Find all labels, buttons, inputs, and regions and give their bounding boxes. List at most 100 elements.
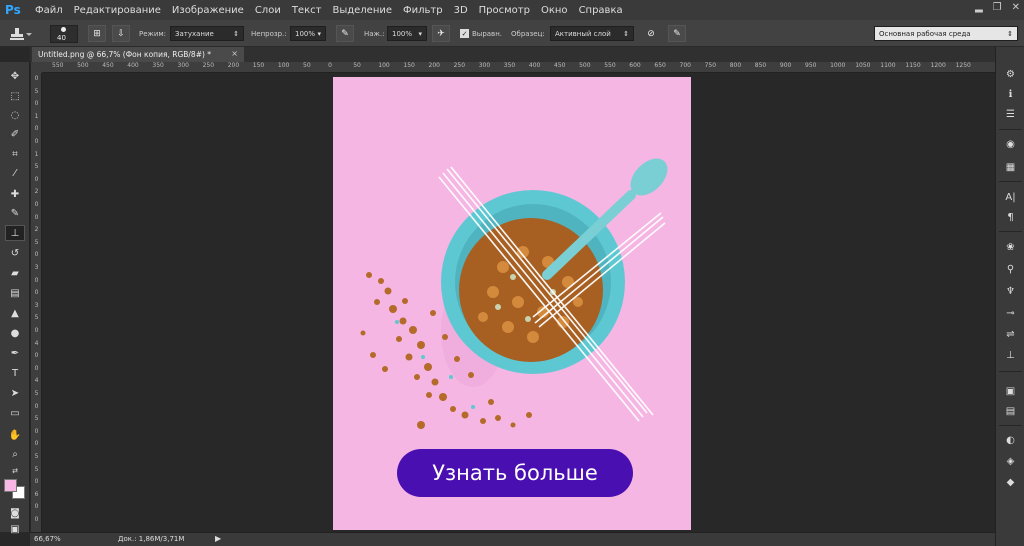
menu-layers[interactable]: Слои xyxy=(255,5,281,16)
document-canvas[interactable]: Узнать больше xyxy=(333,77,691,530)
healing-brush-tool[interactable]: ✚ xyxy=(5,186,25,202)
zoom-tool[interactable]: ⌕ xyxy=(5,446,25,462)
learn-more-button[interactable]: Узнать больше xyxy=(397,449,633,497)
marquee-icon: ⬚ xyxy=(10,90,20,102)
close-tab-button[interactable]: × xyxy=(231,49,238,58)
quick-mask-button[interactable]: ◙ xyxy=(5,505,25,521)
restore-button[interactable]: ❐ xyxy=(993,2,1002,13)
type-tool[interactable]: T xyxy=(5,365,25,381)
brush-settings-panel-button[interactable]: ❀ xyxy=(1002,240,1019,255)
adjustments-panel-button[interactable]: ⊸ xyxy=(1002,306,1019,321)
close-window-button[interactable]: ✕ xyxy=(1012,2,1020,13)
brush-preset-picker[interactable]: 40 xyxy=(50,24,78,43)
gear-icon: ⚙ xyxy=(1006,69,1015,80)
document-tab-title: Untitled.png @ 66,7% (Фон копия, RGB/8#)… xyxy=(38,50,212,59)
ruler-h-label: 550 xyxy=(52,62,64,69)
menu-edit[interactable]: Редактирование xyxy=(74,5,161,16)
actions-panel-button[interactable]: ⊥ xyxy=(1002,348,1019,363)
ruler-v-label: 3 xyxy=(34,301,39,309)
menu-file[interactable]: Файл xyxy=(35,5,63,16)
menu-image[interactable]: Изображение xyxy=(172,5,244,16)
history-panel-button[interactable]: ☰ xyxy=(1002,107,1019,122)
blur-tool[interactable]: ▲ xyxy=(5,305,25,321)
workspace-dropdown[interactable]: Основная рабочая среда ⇕ xyxy=(874,25,1018,42)
menu-select[interactable]: Выделение xyxy=(332,5,392,16)
menu-3d[interactable]: 3D xyxy=(454,5,468,16)
3d-panel-button[interactable]: ▣ xyxy=(1002,384,1019,399)
lasso-icon: ◌ xyxy=(10,109,20,121)
menu-filter[interactable]: Фильтр xyxy=(403,5,443,16)
swatches-panel-button[interactable]: ◉ xyxy=(1002,137,1019,152)
clone-source-panel-button[interactable]: ⚲ xyxy=(1002,262,1019,277)
gradient-tool[interactable]: ▤ xyxy=(5,285,25,301)
dodge-tool[interactable]: ● xyxy=(5,325,25,341)
aligned-checkbox[interactable]: ✓ Выравн. xyxy=(460,25,502,42)
menu-view[interactable]: Просмотр xyxy=(479,5,530,16)
styles-panel-button[interactable]: ▦ xyxy=(1002,160,1019,175)
opacity-field[interactable]: 100% ▾ xyxy=(290,25,326,42)
quick-selection-tool[interactable]: ✐ xyxy=(5,126,25,142)
toggle-clone-source-button[interactable]: ⇩ xyxy=(112,25,130,42)
clone-stamp-preset-picker[interactable] xyxy=(6,25,32,42)
eraser-tool[interactable]: ▰ xyxy=(5,265,25,281)
status-menu-arrow[interactable]: ▶ xyxy=(215,534,221,543)
clone-stamp-tool[interactable]: ⊥ xyxy=(5,225,25,241)
channels-panel-button[interactable]: ◐ xyxy=(1002,433,1019,448)
toggle-brush-panel-button[interactable]: ⊞ xyxy=(88,25,106,42)
marquee-tool[interactable]: ⬚ xyxy=(5,88,25,104)
ruler-v-label: 5 xyxy=(34,238,39,246)
pen-tool[interactable]: ✒ xyxy=(5,345,25,361)
ruler-v-label: 0 xyxy=(34,138,39,145)
path-selection-tool[interactable]: ➤ xyxy=(5,385,25,401)
tool-presets-panel-button[interactable]: ♆ xyxy=(1002,284,1019,299)
timeline-panel-button[interactable]: ▤ xyxy=(1002,404,1019,419)
move-tool[interactable]: ✥ xyxy=(5,68,25,84)
sample-dropdown[interactable]: Активный слой ⇕ xyxy=(550,25,634,42)
history-brush-tool[interactable]: ↺ xyxy=(5,245,25,261)
zoom-level[interactable]: 66,67% xyxy=(34,535,61,543)
airbrush-button[interactable]: ✈ xyxy=(432,25,450,42)
info-panel-button[interactable]: ℹ xyxy=(1002,87,1019,102)
menu-window[interactable]: Окно xyxy=(541,5,568,16)
ignore-adjustments-icon: ⊘ xyxy=(647,28,655,39)
minimize-button[interactable]: ▂ xyxy=(975,2,983,13)
mode-dropdown[interactable]: Затухание ⇕ xyxy=(170,25,244,42)
swap-colors-button[interactable]: ⇄ xyxy=(5,463,25,479)
horizontal-ruler: 550 500 450 400 350 300 250 200 150 100 50 0 50 100 15… xyxy=(42,62,995,73)
vertical-ruler: 0 5 0 1 0 0 1 5 0 2 0 0 2 5 0 3 0 0 3 5 0 4 0 0 4 5 0 5 0 0 5 5 0 6 0 0 xyxy=(31,73,42,533)
rectangle-tool[interactable]: ▭ xyxy=(5,405,25,421)
menu-help[interactable]: Справка xyxy=(579,5,623,16)
foreground-color-swatch[interactable] xyxy=(4,479,17,492)
crop-tool[interactable]: ⌗ xyxy=(5,146,25,162)
eyedropper-tool[interactable]: ⁄ xyxy=(5,165,25,181)
screen-mode-button[interactable]: ▣ xyxy=(5,521,25,537)
document-tab[interactable]: Untitled.png @ 66,7% (Фон копия, RGB/8#)… xyxy=(32,47,244,62)
document-tab-bar: Untitled.png @ 66,7% (Фон копия, RGB/8#)… xyxy=(30,47,995,62)
mode-value: Затухание xyxy=(175,29,214,38)
brush-tool[interactable]: ✎ xyxy=(5,205,25,221)
ruler-v-label: 0 xyxy=(34,75,39,82)
actions-icon: ⊥ xyxy=(1006,350,1015,361)
properties-panel-button[interactable]: ⇌ xyxy=(1002,327,1019,342)
ruler-v-label: 5 xyxy=(34,453,39,460)
ignore-adjustment-layers-button[interactable]: ⊘ xyxy=(642,25,660,42)
tablet-pressure-opacity-button[interactable]: ✎ xyxy=(336,25,354,42)
color-panel-button[interactable]: ⚙ xyxy=(1002,67,1019,82)
lasso-tool[interactable]: ◌ xyxy=(5,107,25,123)
pressure-label: Наж.: xyxy=(364,29,385,38)
eraser-icon: ▰ xyxy=(11,267,19,279)
layers-panel-button[interactable]: ◆ xyxy=(1002,475,1019,490)
ruler-origin[interactable] xyxy=(31,62,42,73)
character-panel-button[interactable]: A| xyxy=(1002,190,1019,205)
layers-icon: ◆ xyxy=(1006,477,1015,488)
properties-icon: ⇌ xyxy=(1006,329,1015,340)
paths-panel-button[interactable]: ◈ xyxy=(1002,454,1019,469)
pressure-field[interactable]: 100% ▾ xyxy=(387,25,427,42)
ruler-v-label: 0 xyxy=(34,201,39,208)
hand-tool[interactable]: ✋ xyxy=(5,427,25,443)
menu-text[interactable]: Текст xyxy=(292,5,322,16)
paragraph-panel-button[interactable]: ¶ xyxy=(1002,210,1019,225)
tablet-pressure-size-button[interactable]: ✎ xyxy=(668,25,686,42)
ruler-h-label: 600 xyxy=(629,62,641,69)
ruler-h-label: 0 xyxy=(328,62,332,69)
